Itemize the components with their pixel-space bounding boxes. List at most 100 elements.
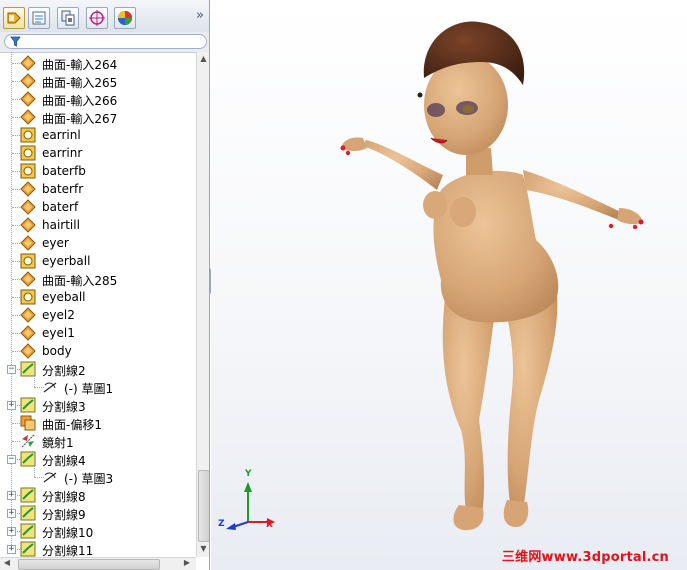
horizontal-scrollbar[interactable]: ◀ ▶ xyxy=(0,557,196,570)
tree-item[interactable]: + 分割線10 xyxy=(0,522,196,540)
chevron-double-right-icon[interactable]: » xyxy=(196,8,204,23)
vertical-scroll-thumb[interactable] xyxy=(198,470,209,542)
axis-y-label: Y xyxy=(245,469,252,479)
tree-connector xyxy=(12,63,20,64)
imported-solid-icon xyxy=(20,127,36,143)
tree-item-label: 分割線2 xyxy=(42,364,86,378)
tree-item-label: 曲面-輸入264 xyxy=(42,58,118,72)
tree-item-label: eyer xyxy=(42,236,69,250)
imported-surface-icon xyxy=(20,73,36,89)
tree-item-label: earrinl xyxy=(42,128,81,142)
tree-item-label: 鏡射1 xyxy=(42,436,74,450)
tree-item-label: 曲面-偏移1 xyxy=(42,418,102,432)
tree-item[interactable]: baterf xyxy=(0,198,196,216)
model-view xyxy=(226,21,644,531)
filter-bar xyxy=(0,32,209,53)
scroll-down-icon[interactable]: ▼ xyxy=(197,542,209,556)
axis-z-label: Z xyxy=(218,519,225,529)
tree-subitem[interactable]: (-) 草圖3 xyxy=(0,459,196,486)
tree-item-label: eyel1 xyxy=(42,326,75,340)
horizontal-scroll-thumb[interactable] xyxy=(18,559,160,570)
tree-connector xyxy=(12,207,20,208)
scroll-up-icon[interactable]: ▲ xyxy=(197,52,209,66)
tree-item[interactable]: 曲面-輸入267 xyxy=(0,108,196,126)
tree-connector xyxy=(12,315,20,316)
tree-connector xyxy=(34,369,35,387)
expand-icon[interactable]: + xyxy=(7,491,16,500)
tree-item[interactable]: hairtill xyxy=(0,216,196,234)
tree-item[interactable]: eyel2 xyxy=(0,306,196,324)
tree-item[interactable]: eyeball xyxy=(0,288,196,306)
feature-manager-panel: » 曲面-輸入264 曲面-輸入265 曲面-輸入266 曲面-輸入267 earrin… xyxy=(0,0,210,570)
tree-item[interactable]: body xyxy=(0,342,196,360)
sketch-icon xyxy=(42,379,58,395)
tree-item-label: hairtill xyxy=(42,218,80,232)
tree-item[interactable]: 曲面-偏移1 xyxy=(0,414,196,432)
tree-subitem[interactable]: (-) 草圖1 xyxy=(0,369,196,396)
mirror-icon xyxy=(20,433,36,449)
filter-icon xyxy=(10,36,21,47)
tree-item-label: 分割線8 xyxy=(42,490,86,504)
tree-item-label: 曲面-輸入267 xyxy=(42,112,118,126)
tree-item[interactable]: 鏡射1 xyxy=(0,432,196,450)
tree-item-label: earrinr xyxy=(42,146,83,160)
tree-item[interactable]: + 分割線3 xyxy=(0,396,196,414)
dimxpert-manager-tab[interactable] xyxy=(86,7,108,29)
tree-item[interactable]: 曲面-輸入266 xyxy=(0,90,196,108)
split-line-icon xyxy=(20,487,36,503)
imported-surface-icon xyxy=(20,109,36,125)
imported-solid-icon xyxy=(20,289,36,305)
tree-item[interactable]: baterfb xyxy=(0,162,196,180)
tree-item[interactable]: + 分割線11 xyxy=(0,540,196,557)
collapse-icon[interactable]: − xyxy=(7,365,16,374)
tree-item[interactable]: − 分割線2 xyxy=(0,360,196,378)
imported-solid-icon xyxy=(20,163,36,179)
display-manager-icon xyxy=(118,11,132,25)
sketch-icon xyxy=(42,469,58,485)
configuration-manager-tab[interactable] xyxy=(57,7,79,29)
tree-item-label: 曲面-輸入285 xyxy=(42,274,118,288)
dimxpert-icon xyxy=(89,10,105,26)
tree-item-label: 分割線9 xyxy=(42,508,86,522)
tree-item[interactable]: baterfr xyxy=(0,180,196,198)
graphics-area[interactable]: Y X Z 三维网www.3dportal.cn xyxy=(211,0,687,570)
filter-input[interactable] xyxy=(4,34,207,49)
tree-connector xyxy=(12,243,20,244)
tree-item[interactable]: + 分割線9 xyxy=(0,504,196,522)
tree-item-label: 曲面-輸入266 xyxy=(42,94,118,108)
tree-item[interactable]: eyer xyxy=(0,234,196,252)
feature-manager-tab[interactable] xyxy=(3,7,25,29)
expand-icon[interactable]: + xyxy=(7,509,16,518)
imported-surface-icon xyxy=(20,325,36,341)
expand-icon[interactable]: + xyxy=(7,401,16,410)
tree-item[interactable]: eyel1 xyxy=(0,324,196,342)
imported-surface-icon xyxy=(20,199,36,215)
display-manager-tab[interactable] xyxy=(114,7,136,29)
tree-connector xyxy=(12,171,20,172)
collapse-icon[interactable]: − xyxy=(7,455,16,464)
expand-icon[interactable]: + xyxy=(7,545,16,554)
tree-item-label: 曲面-輸入265 xyxy=(42,76,118,90)
tree-connector xyxy=(34,459,35,477)
tree-connector xyxy=(12,189,20,190)
vertical-scrollbar[interactable]: ▲ ▼ xyxy=(196,52,209,557)
imported-surface-icon xyxy=(20,235,36,251)
tree-connector xyxy=(12,333,20,334)
tree-connector xyxy=(12,81,20,82)
property-manager-tab[interactable] xyxy=(28,7,50,29)
tree-item-label: body xyxy=(42,344,72,358)
expand-icon[interactable]: + xyxy=(7,527,16,536)
tree-item[interactable]: 曲面-輸入285 xyxy=(0,270,196,288)
imported-solid-icon xyxy=(20,253,36,269)
axis-x-label: X xyxy=(266,520,273,530)
tree-connector xyxy=(12,279,20,280)
scroll-left-icon[interactable]: ◀ xyxy=(2,556,12,570)
tree-item[interactable]: earrinl xyxy=(0,126,196,144)
tree-item[interactable]: eyerball xyxy=(0,252,196,270)
tree-item[interactable]: earrinr xyxy=(0,144,196,162)
scroll-right-icon[interactable]: ▶ xyxy=(182,556,192,570)
tree-item[interactable]: − 分割線4 xyxy=(0,450,196,468)
tree-item[interactable]: 曲面-輸入264 xyxy=(0,54,196,72)
tree-item[interactable]: 曲面-輸入265 xyxy=(0,72,196,90)
tree-item[interactable]: + 分割線8 xyxy=(0,486,196,504)
